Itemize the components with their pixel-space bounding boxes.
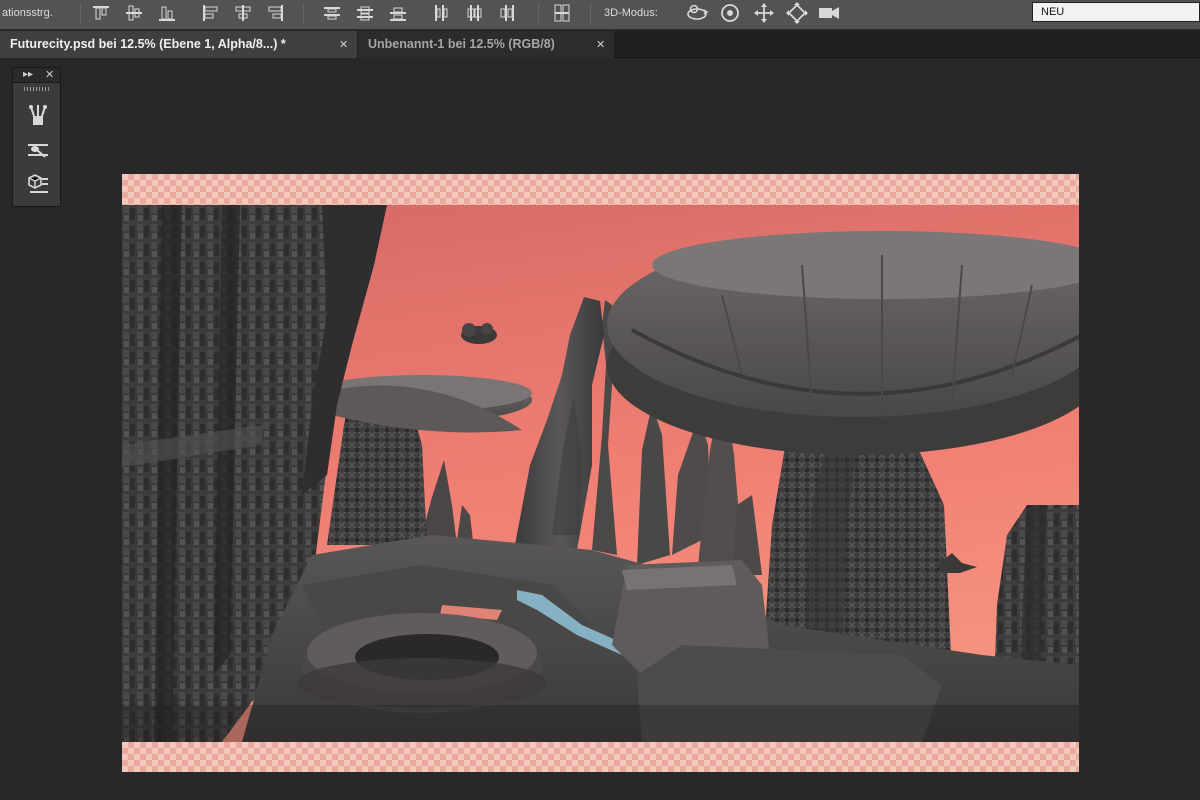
close-panel-icon[interactable]: ✕ <box>45 68 54 81</box>
tab-futurecity[interactable]: Futurecity.psd bei 12.5% (Ebene 1, Alpha… <box>0 31 357 58</box>
document-tab-bar: Futurecity.psd bei 12.5% (Ebene 1, Alpha… <box>0 31 1200 58</box>
3d-panel-icon[interactable] <box>26 172 50 196</box>
align-right-edges-icon[interactable] <box>265 2 287 24</box>
collapse-panel-icon[interactable]: ▸▸ <box>23 69 33 80</box>
distribute-vertical-centers-icon[interactable] <box>354 2 376 24</box>
align-left-edges-icon[interactable] <box>199 2 221 24</box>
tab-label: Futurecity.psd bei 12.5% (Ebene 1, Alpha… <box>10 37 286 51</box>
brush-presets-icon[interactable] <box>26 103 50 127</box>
document-canvas[interactable] <box>122 174 1079 772</box>
preset-dropdown[interactable]: NEU <box>1032 2 1200 22</box>
distribute-horizontal-centers-icon[interactable] <box>463 2 485 24</box>
separator <box>590 3 591 25</box>
transparent-area-top <box>122 174 1079 205</box>
distribute-top-icon[interactable] <box>321 2 343 24</box>
panel-grip[interactable] <box>24 87 50 91</box>
scale-3d-icon[interactable] <box>816 1 842 25</box>
separator <box>80 3 81 25</box>
distribute-left-icon[interactable] <box>430 2 452 24</box>
preset-value: NEU <box>1041 6 1065 18</box>
transparent-area-bottom <box>122 742 1079 772</box>
align-horizontal-centers-icon[interactable] <box>232 2 254 24</box>
slide-3d-icon[interactable] <box>784 1 810 25</box>
roll-3d-icon[interactable] <box>717 1 743 25</box>
close-icon[interactable]: ✕ <box>596 38 605 51</box>
auto-align-layers-icon[interactable] <box>551 2 573 24</box>
separator <box>538 3 539 25</box>
rotate-3d-icon[interactable] <box>684 1 710 25</box>
align-vertical-centers-icon[interactable] <box>123 2 145 24</box>
close-icon[interactable]: ✕ <box>339 38 348 51</box>
align-bottom-edges-icon[interactable] <box>156 2 178 24</box>
align-top-edges-icon[interactable] <box>90 2 112 24</box>
3d-mode-label: 3D-Modus: <box>604 7 658 19</box>
separator <box>303 3 304 25</box>
futurecity-image <box>122 205 1079 742</box>
distribute-right-icon[interactable] <box>496 2 518 24</box>
panel-header: ▸▸ ✕ <box>13 68 60 83</box>
transform-controls-label: ationsstrg. <box>2 7 53 19</box>
tab-label: Unbenannt-1 bei 12.5% (RGB/8) <box>368 37 555 51</box>
floating-panel-dock: ▸▸ ✕ <box>12 67 61 207</box>
tool-presets-icon[interactable] <box>26 138 50 162</box>
tab-unbenannt[interactable]: Unbenannt-1 bei 12.5% (RGB/8) ✕ <box>358 31 614 58</box>
distribute-bottom-icon[interactable] <box>387 2 409 24</box>
pan-3d-icon[interactable] <box>751 1 777 25</box>
options-bar: ationsstrg. 3D-Modus: NEU <box>0 0 1200 30</box>
